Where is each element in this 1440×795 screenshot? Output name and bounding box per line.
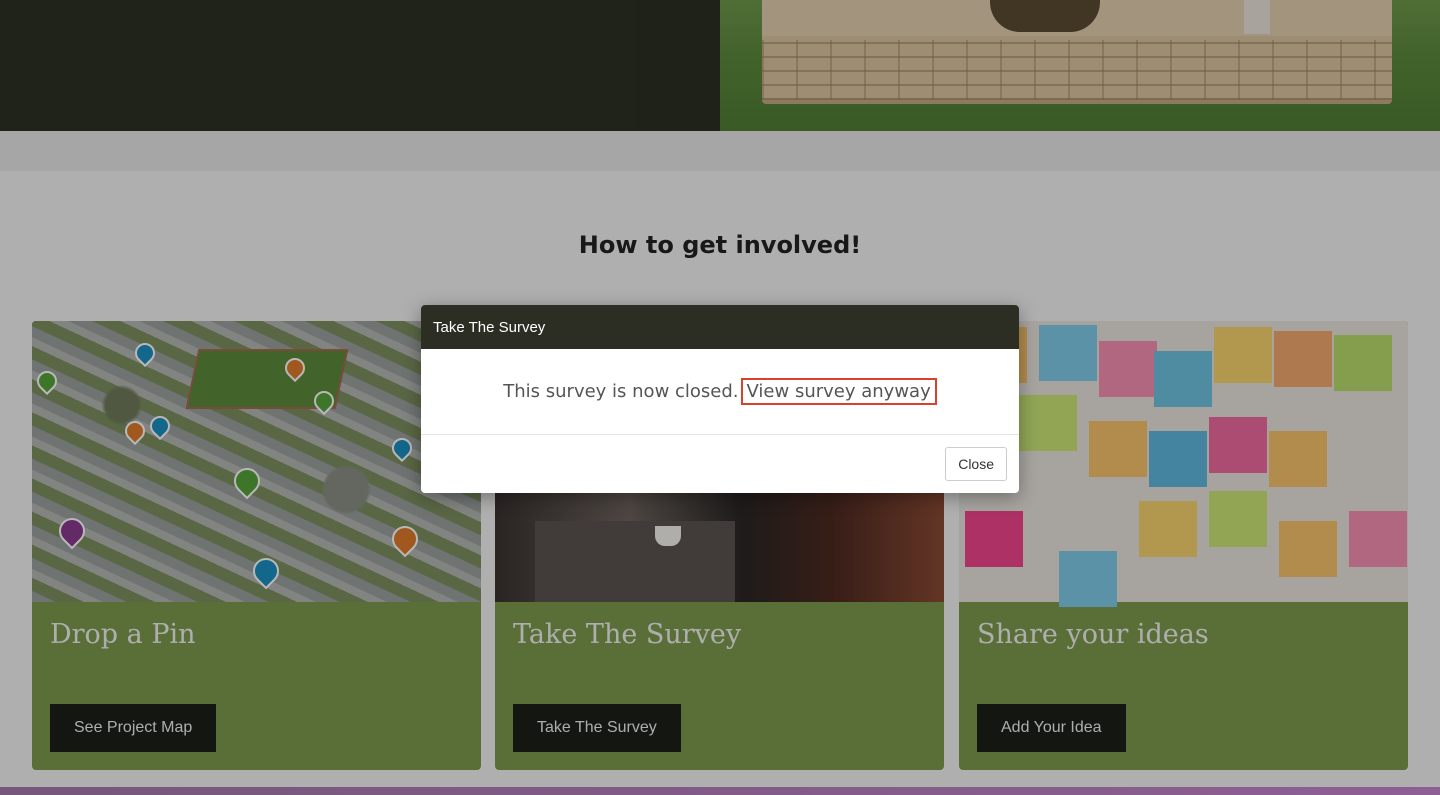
modal-message: This survey is now closed. <box>503 381 739 402</box>
modal-body: This survey is now closed. View survey a… <box>421 349 1019 435</box>
view-survey-anyway-link[interactable]: View survey anyway <box>740 378 937 405</box>
modal-title: Take The Survey <box>421 305 1019 349</box>
survey-closed-modal: Take The Survey This survey is now close… <box>421 305 1019 493</box>
modal-footer: Close <box>421 435 1019 493</box>
close-button[interactable]: Close <box>945 447 1007 481</box>
